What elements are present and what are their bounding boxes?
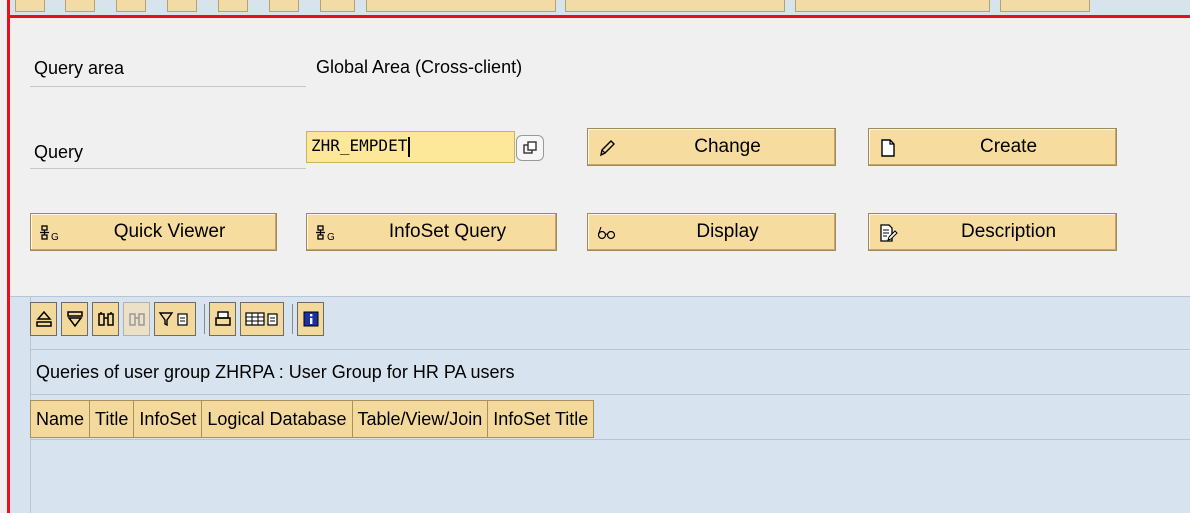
query-input-value: ZHR_EMPDET [311,136,408,155]
infoset-query-button[interactable]: G InfoSet Query [306,213,557,251]
panel-divider [30,439,1190,440]
information-icon[interactable] [297,302,324,336]
column-header-title[interactable]: Title [90,400,135,438]
print-icon[interactable] [209,302,236,336]
create-button-label: Create [979,136,1038,157]
toolbar-separator [292,304,293,334]
new-document-icon [877,137,899,159]
layout-icon[interactable] [240,302,284,336]
find-next-icon[interactable] [123,302,150,336]
toolbar-button[interactable] [1000,0,1090,12]
column-header-table-view-join[interactable]: Table/View/Join [352,400,489,438]
label-underline [30,168,306,169]
list-title: Queries of user group ZHRPA : User Group… [36,362,515,382]
toolbar-button[interactable] [565,0,785,12]
display-button-label: Display [696,221,759,242]
document-edit-icon [877,222,899,244]
find-icon[interactable] [92,302,119,336]
change-button-label: Change [694,136,761,157]
display-button[interactable]: Display [587,213,836,251]
description-button[interactable]: Description [868,213,1117,251]
column-header-infoset-title[interactable]: InfoSet Title [488,400,595,438]
value-help-icon[interactable] [516,135,544,161]
query-tool-icon: G [39,222,61,244]
alv-toolbar [30,298,328,340]
create-button[interactable]: Create [868,128,1117,166]
sort-ascending-icon[interactable] [30,302,57,336]
set-filter-icon[interactable] [154,302,196,336]
toolbar-button[interactable] [65,0,95,12]
toolbar-button[interactable] [218,0,248,12]
description-button-label: Description [960,221,1057,242]
toolbar-button[interactable] [320,0,355,12]
quick-viewer-button-label: Quick Viewer [113,221,226,242]
label-underline [30,86,306,87]
column-header-name[interactable]: Name [30,400,91,438]
change-button[interactable]: Change [587,128,836,166]
toolbar-button[interactable] [15,0,45,12]
query-area-label: Query area [34,58,125,78]
toolbar-button[interactable] [795,0,990,12]
filter-icon[interactable] [61,302,88,336]
query-tool-icon: G [315,222,337,244]
sap-window: Query area Global Area (Cross-client) Qu… [0,0,1190,513]
query-area-value: Global Area (Cross-client) [316,57,523,77]
glasses-icon [596,222,618,244]
toolbar-button[interactable] [366,0,556,12]
toolbar-button[interactable] [167,0,197,12]
svg-text:G: G [51,232,59,243]
infoset-query-button-label: InfoSet Query [388,221,507,242]
panel-divider [30,349,1190,350]
column-header-logical-database[interactable]: Logical Database [202,400,353,438]
toolbar-separator [204,304,205,334]
pencil-icon [596,137,618,159]
svg-text:G: G [327,232,335,243]
column-header-infoset[interactable]: InfoSet [134,400,203,438]
query-label: Query [34,142,84,162]
column-header-row: Name Title InfoSet Logical Database Tabl… [30,400,595,438]
text-cursor [408,136,411,157]
application-toolbar [10,0,1190,18]
toolbar-button[interactable] [116,0,146,12]
panel-divider [30,394,1190,395]
quick-viewer-button[interactable]: G Quick Viewer [30,213,277,251]
query-input[interactable]: ZHR_EMPDET [306,131,515,163]
toolbar-button[interactable] [269,0,299,12]
